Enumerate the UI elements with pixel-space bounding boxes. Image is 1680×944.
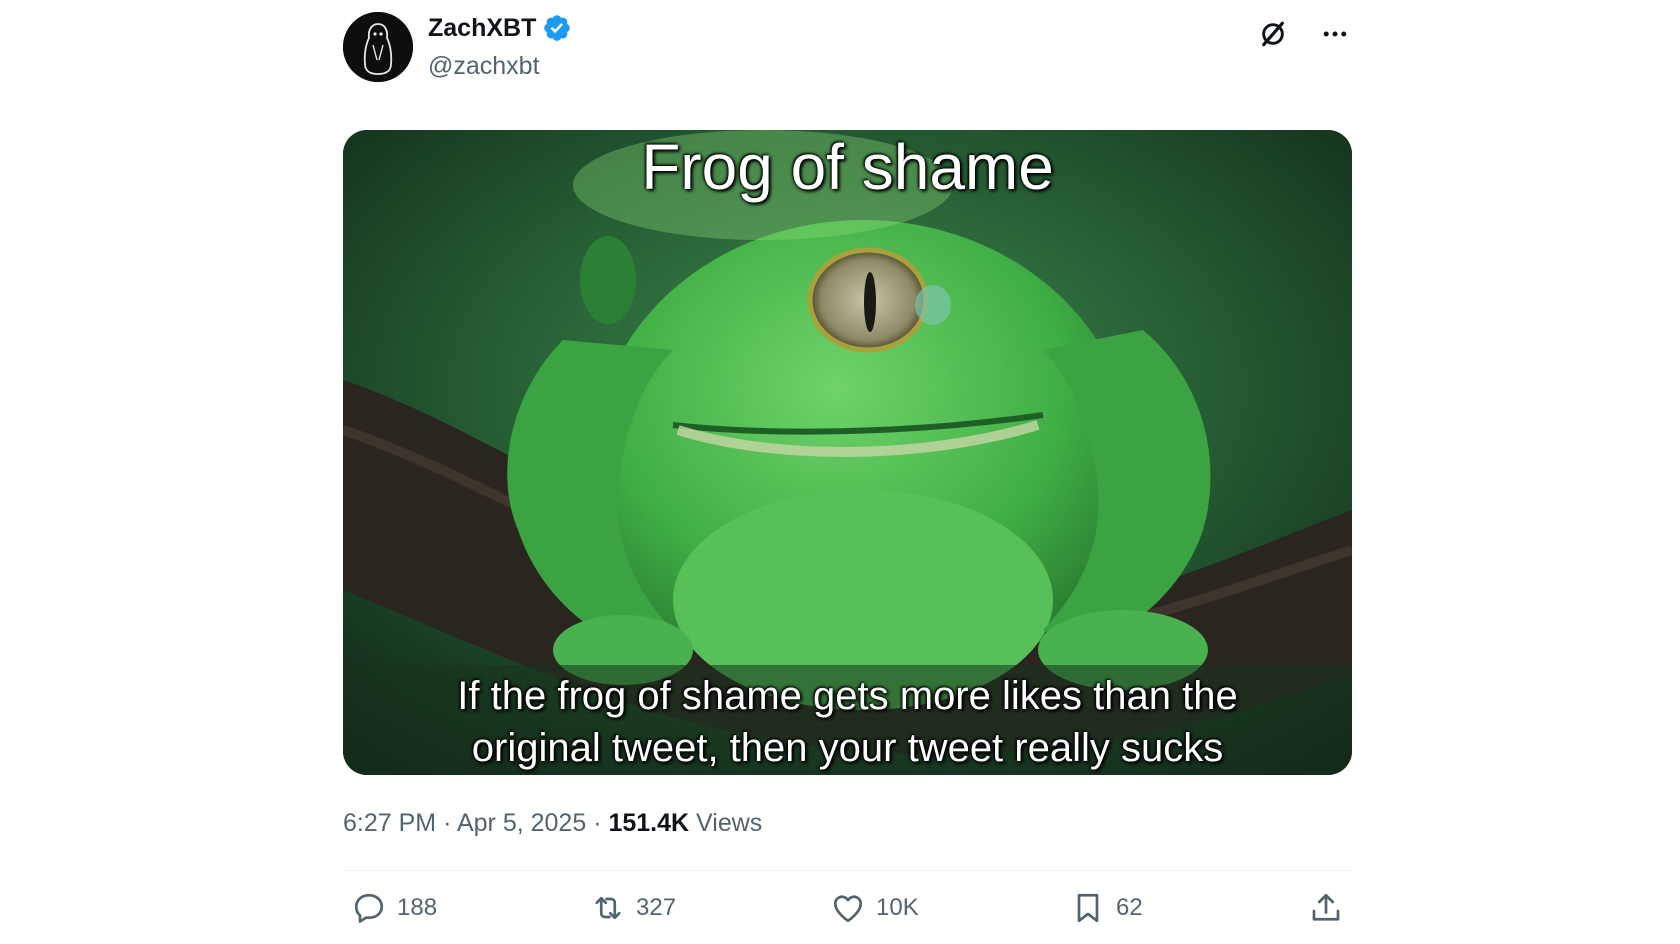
meme-caption-line-2: original tweet, then your tweet really s… bbox=[471, 726, 1224, 770]
action-bar: 188 327 10K 62 bbox=[343, 890, 1352, 936]
like-count: 10K bbox=[876, 894, 919, 921]
reply-count: 188 bbox=[397, 894, 438, 921]
author-name-row[interactable]: ZachXBT bbox=[428, 12, 572, 44]
tweet-media[interactable]: Frog of shame If the frog of shame gets … bbox=[343, 130, 1352, 775]
meme-caption-line-1: If the frog of shame gets more likes tha… bbox=[457, 674, 1238, 718]
share-icon bbox=[1312, 893, 1340, 921]
like-button[interactable]: 10K bbox=[830, 890, 919, 926]
repost-icon bbox=[595, 896, 621, 920]
bookmark-button[interactable]: 62 bbox=[1070, 890, 1143, 926]
repost-count: 327 bbox=[636, 894, 677, 921]
meme-caption-top: Frog of shame bbox=[641, 131, 1054, 203]
heart-icon bbox=[833, 895, 863, 923]
author-handle[interactable]: @zachxbt bbox=[428, 50, 540, 82]
views-label: Views bbox=[696, 809, 763, 837]
tweet-time[interactable]: 6:27 PM bbox=[343, 809, 436, 837]
header-actions bbox=[1255, 16, 1353, 52]
bookmark-icon bbox=[1077, 893, 1099, 923]
avatar-image bbox=[343, 12, 413, 82]
tweet-card: ZachXBT @zachxbt Frog of shame If the fr… bbox=[343, 0, 1353, 944]
repost-button[interactable]: 327 bbox=[590, 890, 676, 926]
tweet-date[interactable]: Apr 5, 2025 bbox=[457, 809, 586, 837]
bookmark-count: 62 bbox=[1116, 894, 1143, 921]
author-display-name[interactable]: ZachXBT bbox=[428, 12, 536, 44]
avatar[interactable] bbox=[343, 12, 413, 82]
more-icon[interactable] bbox=[1317, 16, 1353, 52]
reply-button[interactable]: 188 bbox=[351, 890, 437, 926]
tweet-meta: 6:27 PM · Apr 5, 2025 · 151.4K Views bbox=[343, 806, 762, 840]
grok-icon[interactable] bbox=[1255, 16, 1291, 52]
meta-separator: · bbox=[443, 809, 452, 837]
meta-separator: · bbox=[593, 809, 602, 837]
verified-badge-icon bbox=[544, 15, 571, 41]
reply-icon bbox=[354, 893, 384, 923]
views-count: 151.4K bbox=[608, 809, 690, 837]
divider bbox=[343, 870, 1352, 871]
meme-caption-bottom: If the frog of shame gets more likes tha… bbox=[343, 670, 1352, 774]
share-button[interactable] bbox=[1308, 890, 1344, 926]
